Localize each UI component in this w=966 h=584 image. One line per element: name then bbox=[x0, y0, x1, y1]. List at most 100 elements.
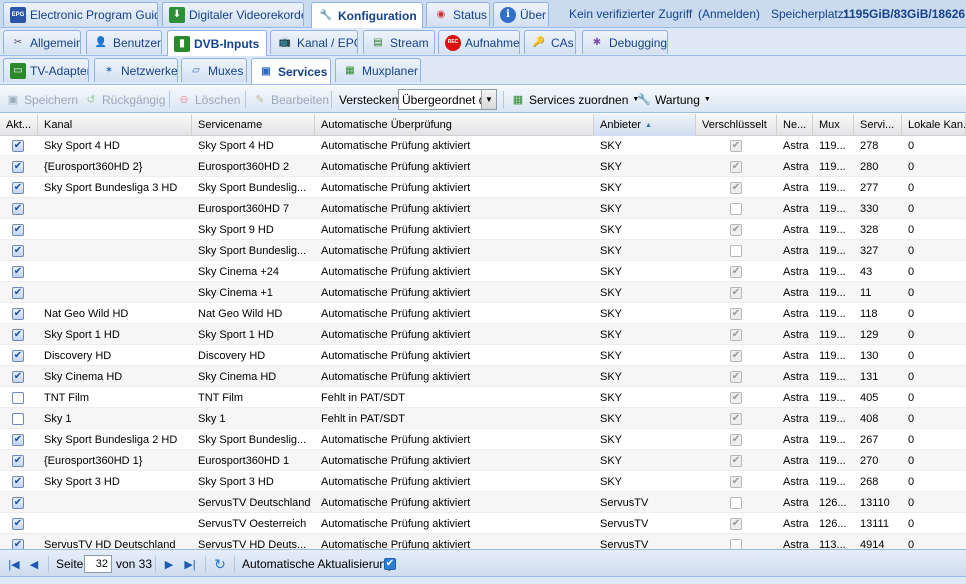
config-tab-debugging[interactable]: ✱ Debugging bbox=[582, 30, 668, 54]
column-header-service-name[interactable]: Servicename bbox=[192, 114, 315, 136]
enabled-checkbox[interactable] bbox=[12, 412, 24, 425]
config-tab-kanal-epg[interactable]: 📺 Kanal / EPG bbox=[270, 30, 358, 54]
config-tab-aufnahme[interactable]: REC Aufnahme bbox=[438, 30, 520, 54]
last-page-icon[interactable]: ▶| bbox=[181, 550, 199, 578]
enabled-checkbox[interactable]: ✔ bbox=[12, 139, 24, 152]
refresh-icon[interactable]: ↻ bbox=[211, 550, 229, 578]
table-row[interactable]: ✔ Sky Cinema +1 Automatische Prüfung aktiv… bbox=[0, 282, 966, 303]
prev-page-icon[interactable]: ◀ bbox=[25, 550, 43, 578]
edit-button[interactable]: ✎ Bearbeiten bbox=[252, 86, 329, 113]
table-row[interactable]: ✔ Sky Sport 9 HD Automatische Prüfung akti… bbox=[0, 219, 966, 240]
dvb-tab-muxes[interactable]: ▱ Muxes bbox=[181, 58, 247, 82]
delete-button[interactable]: ⊖ Löschen bbox=[176, 86, 240, 113]
column-header-mux[interactable]: Mux bbox=[813, 114, 854, 136]
dvb-tab-muxplaner[interactable]: ▦ Muxplaner bbox=[335, 58, 421, 82]
page-input[interactable]: 32 bbox=[84, 555, 112, 573]
config-tab-allgemein[interactable]: ✂ Allgemein bbox=[3, 30, 81, 54]
cell-enabled[interactable] bbox=[0, 408, 38, 429]
cell-enabled[interactable]: ✔ bbox=[0, 261, 38, 282]
table-row[interactable]: ✔ Sky Sport 3 HD Sky Sport 3 HD Automatisch… bbox=[0, 471, 966, 492]
cell-enabled[interactable]: ✔ bbox=[0, 450, 38, 471]
hide-select[interactable]: Übergeordnet d ▼ bbox=[398, 89, 497, 110]
enabled-checkbox[interactable]: ✔ bbox=[12, 307, 24, 320]
top-tab-status[interactable]: ◉ Status bbox=[426, 2, 490, 26]
table-row[interactable]: ✔ Nat Geo Wild HD Nat Geo Wild HD Automatis… bbox=[0, 303, 966, 324]
cell-enabled[interactable]: ✔ bbox=[0, 534, 38, 549]
cell-enabled[interactable]: ✔ bbox=[0, 156, 38, 177]
login-link[interactable]: (Anmelden) bbox=[698, 0, 760, 28]
column-header-encrypted[interactable]: Verschlüsselt bbox=[696, 114, 777, 136]
auto-refresh-checkbox[interactable]: ✔ bbox=[384, 550, 396, 578]
enabled-checkbox[interactable]: ✔ bbox=[12, 475, 24, 488]
cell-enabled[interactable]: ✔ bbox=[0, 324, 38, 345]
enabled-checkbox[interactable]: ✔ bbox=[12, 349, 24, 362]
top-tab-electronic-program-guide[interactable]: EPG Electronic Program Guide bbox=[3, 2, 158, 26]
save-button[interactable]: ▣ Speichern bbox=[5, 86, 78, 113]
enabled-checkbox[interactable]: ✔ bbox=[12, 454, 24, 467]
table-row[interactable]: ✔ Sky Sport Bundesliga 2 HD Sky Sport Bund… bbox=[0, 429, 966, 450]
enabled-checkbox[interactable]: ✔ bbox=[12, 538, 24, 549]
cell-enabled[interactable]: ✔ bbox=[0, 429, 38, 450]
cell-enabled[interactable]: ✔ bbox=[0, 513, 38, 534]
cell-enabled[interactable]: ✔ bbox=[0, 177, 38, 198]
enabled-checkbox[interactable]: ✔ bbox=[12, 370, 24, 383]
table-row[interactable]: ✔ Sky Sport Bundeslig... Automatische Prüf… bbox=[0, 240, 966, 261]
cell-enabled[interactable]: ✔ bbox=[0, 345, 38, 366]
chevron-down-icon[interactable]: ▼ bbox=[481, 90, 496, 109]
top-tab-über[interactable]: i Über bbox=[493, 2, 549, 26]
dvb-tab-netzwerke[interactable]: ✶ Netzwerke bbox=[94, 58, 178, 82]
column-header-enabled[interactable]: Akt... bbox=[0, 114, 38, 136]
cell-enabled[interactable]: ✔ bbox=[0, 366, 38, 387]
config-tab-benutzer[interactable]: 👤 Benutzer bbox=[86, 30, 162, 54]
map-services-button[interactable]: ▦ Services zuordnen ▼ bbox=[510, 86, 640, 113]
enabled-checkbox[interactable]: ✔ bbox=[12, 496, 24, 509]
first-page-icon[interactable]: |◀ bbox=[5, 550, 23, 578]
table-row[interactable]: ✔ ServusTV HD Deutschland ServusTV HD Deut… bbox=[0, 534, 966, 549]
table-row[interactable]: ✔ Sky Sport Bundesliga 3 HD Sky Sport Bund… bbox=[0, 177, 966, 198]
enabled-checkbox[interactable]: ✔ bbox=[12, 244, 24, 257]
cell-enabled[interactable]: ✔ bbox=[0, 492, 38, 513]
undo-button[interactable]: ↺ Rückgängig bbox=[83, 86, 165, 113]
enabled-checkbox[interactable]: ✔ bbox=[12, 265, 24, 278]
table-row[interactable]: ✔ {Eurosport360HD 2} Eurosport360HD 2 Autom… bbox=[0, 156, 966, 177]
enabled-checkbox[interactable]: ✔ bbox=[12, 202, 24, 215]
enabled-checkbox[interactable] bbox=[12, 391, 24, 404]
table-row[interactable]: ✔ Eurosport360HD 7 Automatische Prüfung ak… bbox=[0, 198, 966, 219]
table-row[interactable]: ✔ {Eurosport360HD 1} Eurosport360HD 1 Autom… bbox=[0, 450, 966, 471]
table-row[interactable]: ✔ ServusTV Deutschland Automatische Prüfun… bbox=[0, 492, 966, 513]
table-row[interactable]: TNT Film TNT Film Fehlt in PAT/SDT SKY ✔ Astr… bbox=[0, 387, 966, 408]
table-row[interactable]: ✔ ServusTV Oesterreich Automatische Prüfun… bbox=[0, 513, 966, 534]
cell-enabled[interactable]: ✔ bbox=[0, 282, 38, 303]
enabled-checkbox[interactable]: ✔ bbox=[12, 286, 24, 299]
column-header-network[interactable]: Ne... bbox=[777, 114, 813, 136]
enabled-checkbox[interactable]: ✔ bbox=[12, 223, 24, 236]
table-row[interactable]: ✔ Sky Cinema +24 Automatische Prüfung akti… bbox=[0, 261, 966, 282]
column-header-provider[interactable]: Anbieter ▲ bbox=[594, 114, 696, 136]
enabled-checkbox[interactable]: ✔ bbox=[12, 160, 24, 173]
enabled-checkbox[interactable]: ✔ bbox=[12, 181, 24, 194]
config-tab-stream[interactable]: ▤ Stream bbox=[363, 30, 435, 54]
dvb-tab-services[interactable]: ▣ Services bbox=[251, 58, 331, 84]
table-row[interactable]: ✔ Sky Sport 1 HD Sky Sport 1 HD Automatisch… bbox=[0, 324, 966, 345]
cell-enabled[interactable]: ✔ bbox=[0, 135, 38, 156]
maintenance-button[interactable]: 🔧 Wartung ▼ bbox=[636, 86, 711, 113]
cell-enabled[interactable] bbox=[0, 387, 38, 408]
column-header-channel[interactable]: Kanal bbox=[38, 114, 192, 136]
next-page-icon[interactable]: ▶ bbox=[161, 550, 177, 578]
table-row[interactable]: ✔ Sky Sport 4 HD Sky Sport 4 HD Automatisch… bbox=[0, 135, 966, 156]
enabled-checkbox[interactable]: ✔ bbox=[12, 517, 24, 530]
config-tab-cas[interactable]: 🔑 CAs bbox=[524, 30, 576, 54]
top-tab-konfiguration[interactable]: 🔧 Konfiguration bbox=[311, 2, 423, 28]
column-header-local-channel[interactable]: Lokale Kan... bbox=[902, 114, 966, 136]
cell-enabled[interactable]: ✔ bbox=[0, 471, 38, 492]
top-tab-digitaler-videorekorder[interactable]: ⬇ Digitaler Videorekorder bbox=[162, 2, 304, 26]
table-row[interactable]: Sky 1 Sky 1 Fehlt in PAT/SDT SKY ✔ Astra 119..… bbox=[0, 408, 966, 429]
dvb-tab-tv-adapter[interactable]: ▭ TV-Adapter bbox=[3, 58, 89, 82]
enabled-checkbox[interactable]: ✔ bbox=[12, 433, 24, 446]
cell-enabled[interactable]: ✔ bbox=[0, 219, 38, 240]
table-row[interactable]: ✔ Discovery HD Discovery HD Automatische Pr… bbox=[0, 345, 966, 366]
cell-enabled[interactable]: ✔ bbox=[0, 198, 38, 219]
cell-enabled[interactable]: ✔ bbox=[0, 240, 38, 261]
column-header-auto-check[interactable]: Automatische Überprüfung bbox=[315, 114, 594, 136]
table-row[interactable]: ✔ Sky Cinema HD Sky Cinema HD Automatische … bbox=[0, 366, 966, 387]
